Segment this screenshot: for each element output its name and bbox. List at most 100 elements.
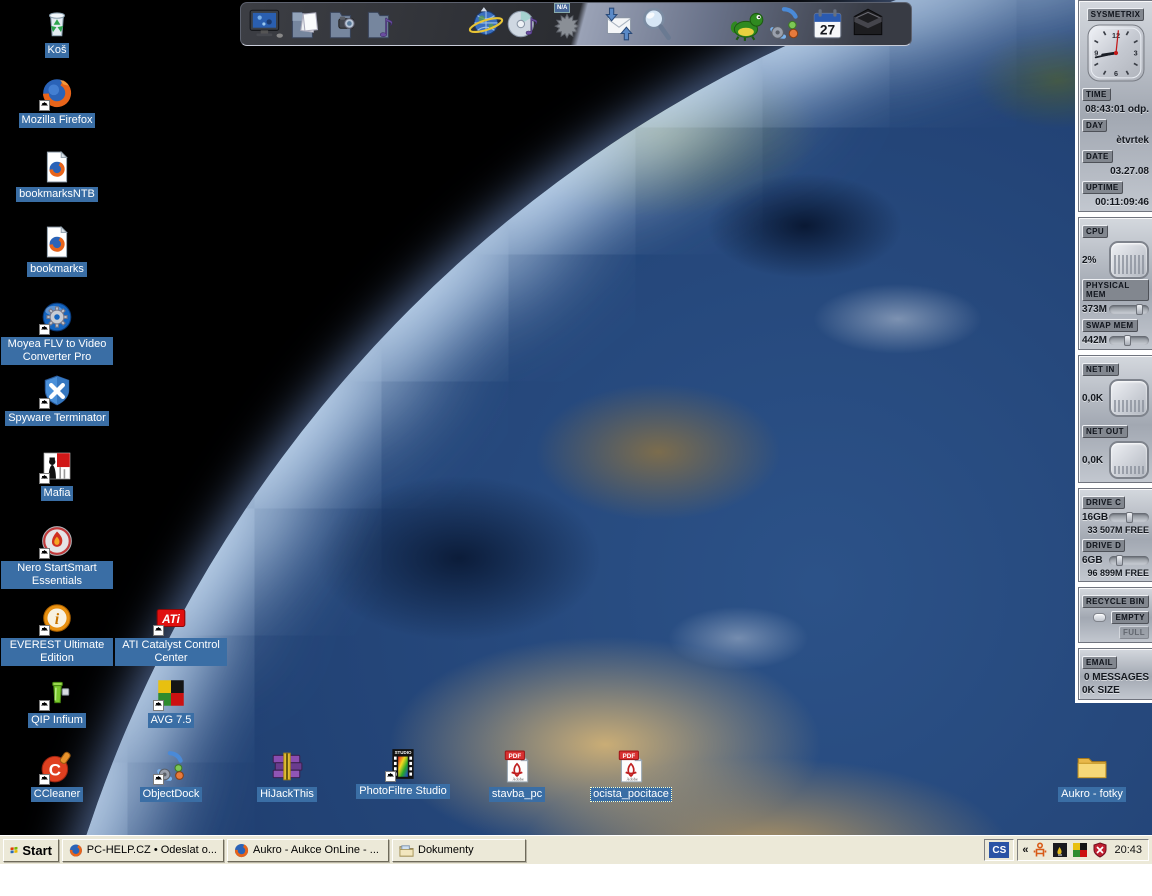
sysmetrix-email-panel: EMAIL 0 MESSAGES 0K SIZE: [1078, 648, 1152, 700]
desktop: ♪ ♪ N/A 27 Koš Mozilla Firefox bookmarks…: [0, 0, 1152, 864]
icon-label: stavba_pc: [488, 787, 546, 802]
icon-label: QIP Infium: [28, 713, 86, 728]
desktop-icon-bookmarks[interactable]: bookmarks: [1, 225, 113, 277]
dock-music-player[interactable]: ♪: [505, 4, 543, 44]
avg-tray-icon[interactable]: [1072, 842, 1088, 858]
desktop-icon-ccleaner[interactable]: C CCleaner: [1, 750, 113, 802]
desktop-icon-photofiltre[interactable]: STUDIO PhotoFiltre Studio: [347, 747, 459, 799]
sysmetrix-network-panel: NET IN 0,0K NET OUT 0,0K: [1078, 355, 1152, 483]
firefox-icon: [234, 843, 249, 857]
net-in-value: 0,0K: [1082, 392, 1104, 404]
task-title: PC-HELP.CZ • Odeslat o...: [86, 844, 217, 856]
desktop-icon-objectdock[interactable]: ObjectDock: [115, 750, 227, 802]
net-out-value: 0,0K: [1082, 454, 1104, 466]
dock-documents-folder[interactable]: [285, 4, 323, 44]
firefox-document-icon: [46, 150, 68, 183]
desktop-icon-qip-infium[interactable]: QIP Infium: [1, 676, 113, 728]
desktop-icon-mafia[interactable]: Mafia: [1, 449, 113, 501]
books-archive-icon: [272, 752, 303, 781]
shortcut-arrow-icon: [39, 100, 50, 111]
music-note-icon: ♪: [378, 13, 394, 43]
day-value: ètvrtek: [1116, 135, 1149, 146]
recycle-full-button[interactable]: FULL: [1118, 626, 1149, 639]
shortcut-arrow-icon: [153, 625, 164, 636]
net-in-graph: [1109, 379, 1149, 417]
gecko-icon: [730, 12, 764, 41]
desktop-icon-bookmarksntb[interactable]: bookmarksNTB: [1, 150, 113, 202]
icon-label: Mozilla Firefox: [18, 113, 96, 128]
desktop-icon-spyware-terminator[interactable]: Spyware Terminator: [1, 374, 113, 426]
day-label: DAY: [1082, 119, 1108, 132]
drive-c-label: DRIVE C: [1082, 496, 1126, 509]
qip-tray-icon[interactable]: [1032, 842, 1048, 858]
dock-weather[interactable]: N/A: [548, 3, 586, 44]
magnifier-icon: [643, 7, 671, 41]
studio-glyph: STUDIO: [395, 750, 412, 755]
drive-c-gauge: [1109, 512, 1149, 523]
swap-mem-label: SWAP MEM: [1082, 319, 1138, 332]
dock-calendar[interactable]: 27: [808, 4, 846, 44]
shortcut-arrow-icon: [39, 700, 50, 711]
desktop-icon-aukro-fotky[interactable]: Aukro - fotky: [1036, 750, 1148, 802]
date-value: 03.27.08: [1110, 166, 1149, 177]
pdf-icon: PDF Adobe: [618, 750, 643, 783]
desktop-icon-mozilla-firefox[interactable]: Mozilla Firefox: [1, 76, 113, 128]
drive-c-size: 16GB: [1082, 512, 1109, 523]
dock-settings[interactable]: [766, 4, 804, 44]
desktop-icon-recycle-bin[interactable]: Koš: [1, 6, 113, 58]
dock-my-computer[interactable]: [247, 4, 285, 44]
adobe-glyph: Adobe: [512, 776, 523, 781]
desktop-icon-everest[interactable]: i EVEREST Ultimate Edition: [1, 601, 113, 666]
icon-label: bookmarksNTB: [16, 187, 98, 202]
shield-tray-icon[interactable]: [1092, 842, 1108, 858]
shortcut-arrow-icon: [39, 548, 50, 559]
dock-internet[interactable]: [467, 4, 505, 44]
email-messages: 0 MESSAGES: [1083, 672, 1149, 683]
shortcut-arrow-icon: [39, 398, 50, 409]
dock-gecko-app[interactable]: [728, 4, 766, 44]
desktop-icon-avg[interactable]: AVG 7.5: [115, 676, 227, 728]
drive-c-free: 33 507M FREE: [1087, 525, 1149, 535]
swap-mem-gauge: [1109, 335, 1149, 346]
sysmetrix-drives-panel: DRIVE C 16GB 33 507M FREE DRIVE D 6GB 96…: [1078, 488, 1152, 582]
taskbar-task-pchelp[interactable]: PC-HELP.CZ • Odeslat o...: [62, 838, 224, 862]
drive-d-size: 6GB: [1082, 555, 1103, 566]
shortcut-arrow-icon: [39, 324, 50, 335]
net-out-graph: [1109, 441, 1149, 479]
desktop-icon-ati-ccc[interactable]: ATi ATI Catalyst Control Center: [115, 601, 227, 666]
uptime-label: UPTIME: [1082, 181, 1123, 194]
icon-label: Moyea FLV to Video Converter Pro: [1, 337, 113, 365]
tray-clock[interactable]: 20:43: [1112, 844, 1144, 856]
desktop-icon-nero-startsmart[interactable]: Nero StartSmart Essentials: [1, 524, 113, 589]
taskbar-task-dokumenty[interactable]: Dokumenty: [392, 838, 526, 862]
start-button[interactable]: Start: [3, 838, 59, 862]
desktop-icon-moyea-flv-converter[interactable]: Moyea FLV to Video Converter Pro: [1, 300, 113, 365]
physical-mem-label: PHYSICAL MEM: [1082, 279, 1149, 301]
tray-chevron-button[interactable]: «: [1022, 844, 1028, 856]
dock-search[interactable]: [638, 4, 676, 44]
recycle-empty-button[interactable]: EMPTY: [1111, 611, 1149, 624]
icon-label: Spyware Terminator: [5, 411, 109, 426]
date-label: DATE: [1082, 150, 1113, 163]
dock-music-folder[interactable]: ♪: [361, 4, 399, 44]
everest-i-glyph: i: [55, 611, 60, 628]
system-tray: CS « 20:43: [984, 839, 1149, 861]
pdf-icon: PDF Adobe: [504, 750, 529, 783]
dock-email[interactable]: [600, 4, 638, 44]
desktop-icon-stavba-pc[interactable]: PDF Adobe stavba_pc: [461, 750, 573, 802]
pdf-glyph: PDF: [623, 753, 636, 760]
dock-pictures-folder[interactable]: [323, 4, 361, 44]
language-indicator[interactable]: CS: [989, 842, 1010, 858]
icon-label: Mafia: [40, 486, 74, 501]
clock-numeral: 12: [1111, 31, 1119, 40]
flame-tray-icon[interactable]: [1052, 842, 1068, 858]
taskbar-task-aukro[interactable]: Aukro - Aukce OnLine - ...: [227, 838, 389, 862]
desktop-icon-hijackthis[interactable]: HiJackThis: [231, 750, 343, 802]
cpu-value: 2%: [1082, 254, 1097, 266]
drive-d-free: 96 899M FREE: [1087, 568, 1149, 578]
icon-label: ObjectDock: [139, 787, 203, 802]
dock-recycle-box[interactable]: [849, 4, 887, 44]
adobe-glyph: Adobe: [626, 776, 637, 781]
globe-icon: [468, 7, 504, 36]
desktop-icon-ocista-pocitace[interactable]: PDF Adobe ocista_pocitace: [575, 750, 687, 802]
